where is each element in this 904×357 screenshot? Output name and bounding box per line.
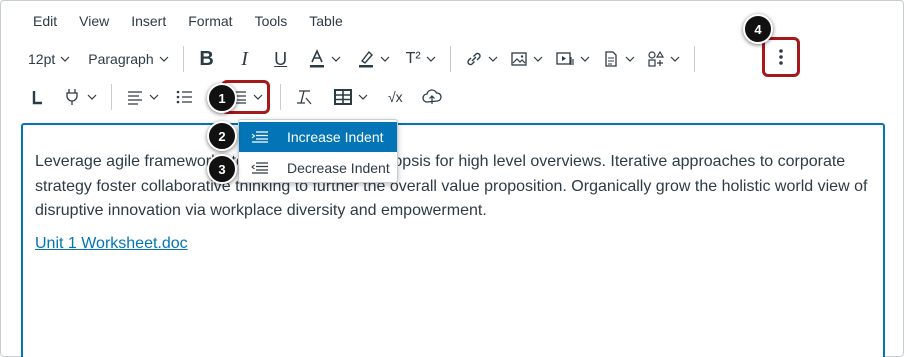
toolbar-divider [111, 84, 112, 110]
equation-icon: √x [388, 89, 403, 105]
plugin-button[interactable] [56, 82, 103, 112]
clear-format-button[interactable] [289, 82, 319, 112]
table-button[interactable] [327, 82, 374, 112]
chevron-down-icon [60, 56, 70, 62]
ltr-direction-button[interactable] [22, 82, 52, 112]
chevron-down-icon [380, 56, 390, 62]
apps-button[interactable] [641, 44, 686, 74]
step-callout-1: 1 [207, 83, 237, 113]
editor-content-area[interactable]: Leverage agile frameworks to provide a r… [21, 123, 885, 357]
highlight-button[interactable] [351, 44, 396, 74]
align-button[interactable] [120, 82, 165, 112]
highlight-icon [358, 50, 373, 68]
toolbar-divider [693, 46, 695, 72]
chevron-down-icon [149, 94, 159, 100]
cloud-button[interactable] [415, 82, 449, 112]
toolbar-divider [182, 46, 184, 72]
ltr-direction-icon [32, 91, 42, 105]
step-callout-2: 2 [207, 121, 237, 151]
link-icon [467, 52, 481, 66]
equation-button[interactable]: √x [382, 82, 409, 112]
chevron-down-icon [670, 56, 680, 62]
body-paragraph[interactable]: Leverage agile frameworks to provide a r… [35, 150, 880, 224]
italic-icon: I [241, 47, 248, 70]
superscript-icon: T² [405, 50, 421, 67]
block-format-select[interactable]: Paragraph [82, 44, 174, 74]
more-vertical-icon [779, 49, 783, 65]
chevron-down-icon [159, 56, 169, 62]
font-size-value: 12pt [28, 51, 56, 67]
chevron-down-icon [580, 56, 590, 62]
menu-edit[interactable]: Edit [22, 12, 68, 32]
superscript-button[interactable]: T² [400, 44, 442, 74]
decrease-indent-label: Decrease Indent [287, 160, 390, 176]
text-color-icon [309, 49, 324, 68]
chevron-down-icon [625, 56, 635, 62]
worksheet-link[interactable]: Unit 1 Worksheet.doc [35, 235, 188, 253]
link-button[interactable] [459, 44, 504, 74]
plugin-icon [66, 89, 78, 105]
block-format-value: Paragraph [88, 51, 154, 67]
toolbar-divider [280, 84, 281, 110]
apps-icon [648, 50, 664, 67]
clear-format-icon [297, 90, 312, 105]
chevron-down-icon [426, 56, 436, 62]
cloud-icon [422, 89, 442, 104]
menu-tools[interactable]: Tools [244, 12, 299, 32]
media-button[interactable] [549, 44, 596, 74]
document-icon [605, 51, 617, 67]
toolbar-divider [449, 46, 451, 72]
bullet-list-icon [176, 90, 192, 104]
step-callout-4: 4 [743, 14, 773, 44]
document-button[interactable] [596, 44, 641, 74]
italic-button[interactable]: I [230, 44, 260, 74]
increase-indent-option[interactable]: Increase Indent [239, 122, 397, 152]
indent-dropdown-menu: Increase Indent Decrease Indent [238, 119, 398, 183]
menu-table[interactable]: Table [298, 12, 353, 32]
font-size-select[interactable]: 12pt [22, 44, 76, 74]
image-icon [511, 52, 527, 66]
align-icon [128, 91, 142, 105]
chevron-down-icon [533, 56, 543, 62]
menu-format[interactable]: Format [177, 12, 243, 32]
decrease-indent-option[interactable]: Decrease Indent [239, 153, 397, 183]
increase-indent-label: Increase Indent [287, 129, 384, 145]
bold-icon: B [199, 47, 214, 70]
menu-insert[interactable]: Insert [120, 12, 177, 32]
image-button[interactable] [504, 44, 549, 74]
chevron-down-icon [358, 94, 368, 100]
chevron-down-icon [488, 56, 498, 62]
decrease-indent-icon [251, 161, 271, 175]
underline-icon: U [274, 48, 288, 69]
text-color-button[interactable] [302, 44, 347, 74]
toolbar-row-1: 12pt Paragraph B I U T² [22, 43, 703, 75]
step-callout-3: 3 [207, 154, 237, 184]
menubar: Edit View Insert Format Tools Table [22, 12, 354, 32]
bullet-list-button[interactable] [169, 82, 199, 112]
increase-indent-icon [251, 130, 271, 144]
media-icon [556, 52, 574, 65]
menu-view[interactable]: View [68, 12, 120, 32]
chevron-down-icon [87, 94, 97, 100]
chevron-down-icon [253, 94, 263, 100]
underline-button[interactable]: U [266, 44, 296, 74]
bold-button[interactable]: B [192, 44, 222, 74]
table-icon [334, 89, 352, 105]
chevron-down-icon [331, 56, 341, 62]
more-options-button[interactable] [762, 37, 800, 77]
